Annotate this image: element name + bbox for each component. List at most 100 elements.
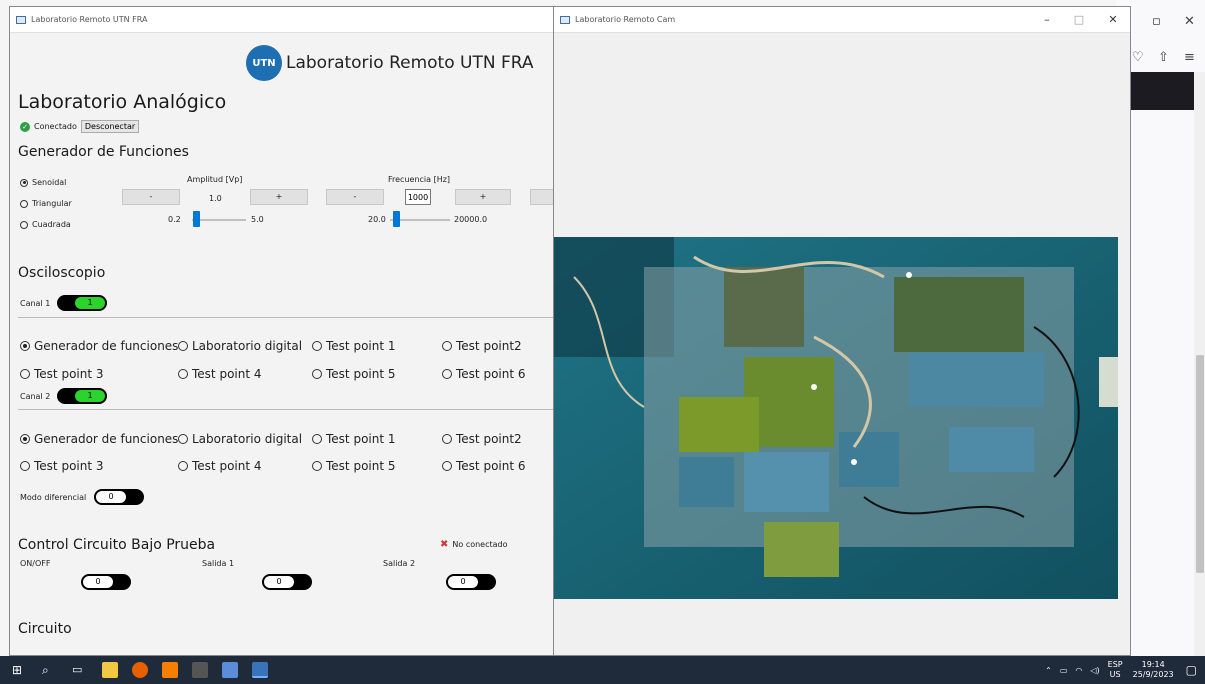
- onoff-toggle[interactable]: 0: [81, 574, 131, 590]
- ch2-option-tp1[interactable]: Test point 1: [312, 432, 396, 446]
- disconnect-button[interactable]: Desconectar: [80, 120, 140, 133]
- app-icon[interactable]: [222, 662, 238, 678]
- ch1-option-tp2[interactable]: Test point2: [442, 339, 522, 353]
- ch1-option-tp5[interactable]: Test point 5: [312, 367, 396, 381]
- lab-window: Laboratorio Remoto UTN FRA UTN Laborator…: [9, 6, 554, 656]
- diff-mode-toggle[interactable]: 0: [94, 489, 144, 505]
- amplitude-slider[interactable]: [192, 219, 246, 221]
- browser-scroll-thumb[interactable]: [1196, 355, 1204, 573]
- diff-mode-label: Modo diferencial: [20, 493, 87, 502]
- wave-cuadrada-radio[interactable]: Cuadrada: [20, 220, 71, 229]
- browser-dark-banner: [1130, 72, 1194, 110]
- pocket-icon[interactable]: ♡: [1132, 50, 1144, 65]
- ch1-option-tp1[interactable]: Test point 1: [312, 339, 396, 353]
- chevron-up-icon[interactable]: ⌃: [1045, 666, 1052, 675]
- output2-label: Salida 2: [383, 559, 416, 568]
- ch2-option-tp2[interactable]: Test point2: [442, 432, 522, 446]
- wifi-icon[interactable]: ◠: [1075, 666, 1082, 675]
- windows-start-icon[interactable]: ⊞: [12, 662, 28, 678]
- maximize-button[interactable]: □: [1064, 7, 1094, 33]
- amplitude-min: 0.2: [168, 215, 181, 224]
- output1-label: Salida 1: [202, 559, 235, 568]
- notification-icon[interactable]: ▢: [1186, 663, 1197, 677]
- share-icon[interactable]: ⇧: [1158, 50, 1169, 65]
- ch1-option-tp6[interactable]: Test point 6: [442, 367, 526, 381]
- output2-toggle[interactable]: 0: [446, 574, 496, 590]
- channel1-label: Canal 1: [20, 299, 51, 308]
- page-title: Laboratorio Analógico: [18, 91, 227, 113]
- cbp-title: Control Circuito Bajo Prueba: [18, 537, 216, 553]
- amplitude-plus-button[interactable]: +: [250, 189, 308, 205]
- channel2-toggle[interactable]: 1: [57, 388, 107, 404]
- divider: [18, 317, 553, 318]
- python-icon[interactable]: [252, 662, 268, 678]
- amplitude-max: 5.0: [251, 215, 264, 224]
- amplitude-value: 1.0: [209, 194, 222, 203]
- frequency-label: Frecuencia [Hz]: [388, 175, 451, 184]
- ch2-option-tp4[interactable]: Test point 4: [178, 459, 262, 473]
- channel2-label: Canal 2: [20, 392, 51, 401]
- lab-titlebar[interactable]: Laboratorio Remoto UTN FRA: [10, 7, 553, 33]
- clock[interactable]: 19:14 25/9/2023: [1133, 660, 1174, 680]
- circuit-title: Circuito: [18, 621, 72, 637]
- amplitude-minus-button[interactable]: -: [122, 189, 180, 205]
- ch1-option-digital[interactable]: Laboratorio digital: [178, 339, 302, 353]
- search-icon[interactable]: ⌕: [42, 662, 58, 678]
- channel1-toggle[interactable]: 1: [57, 295, 107, 311]
- ch1-option-tp4[interactable]: Test point 4: [178, 367, 262, 381]
- task-view-icon[interactable]: ▭: [72, 662, 88, 678]
- ch2-option-tp5[interactable]: Test point 5: [312, 459, 396, 473]
- sublime-icon[interactable]: [162, 662, 178, 678]
- extra-button[interactable]: [530, 189, 553, 205]
- scope-title: Osciloscopio: [18, 265, 106, 281]
- camera-feed-image: [554, 237, 1118, 599]
- connection-status: Conectado: [34, 122, 77, 131]
- frequency-slider-thumb[interactable]: [393, 211, 400, 227]
- amplitude-slider-thumb[interactable]: [193, 211, 201, 227]
- frequency-input[interactable]: [405, 189, 431, 205]
- frequency-plus-button[interactable]: +: [455, 189, 511, 205]
- cam-window: Laboratorio Remoto Cam – □ ✕: [553, 6, 1131, 656]
- amplitude-label: Amplitud [Vp]: [187, 175, 243, 184]
- cbp-status: ✖ No conectado: [440, 539, 508, 550]
- header: UTN Laboratorio Remoto UTN FRA: [246, 45, 534, 81]
- cam-window-title: Laboratorio Remoto Cam: [575, 15, 676, 24]
- cam-scrollbar[interactable]: [1116, 33, 1130, 655]
- file-explorer-icon[interactable]: [102, 662, 118, 678]
- app-icon: [16, 15, 26, 24]
- volume-icon[interactable]: ◁): [1090, 666, 1099, 675]
- ch2-option-generator[interactable]: Generador de funciones: [20, 432, 178, 446]
- onoff-label: ON/OFF: [20, 559, 51, 568]
- battery-icon[interactable]: ▭: [1060, 666, 1068, 675]
- window-title: Laboratorio Remoto UTN FRA: [31, 15, 148, 24]
- generator-title: Generador de Funciones: [18, 144, 189, 160]
- restore-icon[interactable]: ▫: [1152, 14, 1161, 29]
- header-title: Laboratorio Remoto UTN FRA: [286, 53, 534, 73]
- wave-triangular-radio[interactable]: Triangular: [20, 199, 72, 208]
- utn-logo: UTN: [246, 45, 282, 81]
- language-indicator[interactable]: ESP US: [1108, 660, 1123, 680]
- app-icon: [560, 15, 570, 24]
- error-x-icon: ✖: [440, 539, 449, 550]
- frequency-minus-button[interactable]: -: [326, 189, 384, 205]
- ch1-option-tp3[interactable]: Test point 3: [20, 367, 104, 381]
- minimize-button[interactable]: –: [1032, 7, 1062, 33]
- taskbar: ⊞ ⌕ ▭ ⌃ ▭ ◠ ◁) ESP US 19:14 25/9/2023 ▢: [0, 656, 1205, 684]
- terminal-icon[interactable]: [192, 662, 208, 678]
- close-icon[interactable]: ✕: [1184, 14, 1195, 29]
- menu-icon[interactable]: ≡: [1184, 50, 1195, 65]
- output1-toggle[interactable]: 0: [262, 574, 312, 590]
- frequency-max: 20000.0: [454, 215, 488, 224]
- ch2-option-tp6[interactable]: Test point 6: [442, 459, 526, 473]
- ch2-option-tp3[interactable]: Test point 3: [20, 459, 104, 473]
- ch2-option-digital[interactable]: Laboratorio digital: [178, 432, 302, 446]
- frequency-min: 20.0: [368, 215, 386, 224]
- firefox-icon[interactable]: [132, 662, 148, 678]
- divider: [18, 409, 553, 410]
- check-icon: ✓: [20, 121, 30, 132]
- close-button[interactable]: ✕: [1098, 7, 1128, 33]
- system-tray: ⌃ ▭ ◠ ◁) ESP US 19:14 25/9/2023 ▢: [1045, 656, 1197, 684]
- ch1-option-generator[interactable]: Generador de funciones: [20, 339, 178, 353]
- wave-senoidal-radio[interactable]: Senoidal: [20, 178, 66, 187]
- connection-row: ✓ Conectado Desconectar: [20, 120, 140, 133]
